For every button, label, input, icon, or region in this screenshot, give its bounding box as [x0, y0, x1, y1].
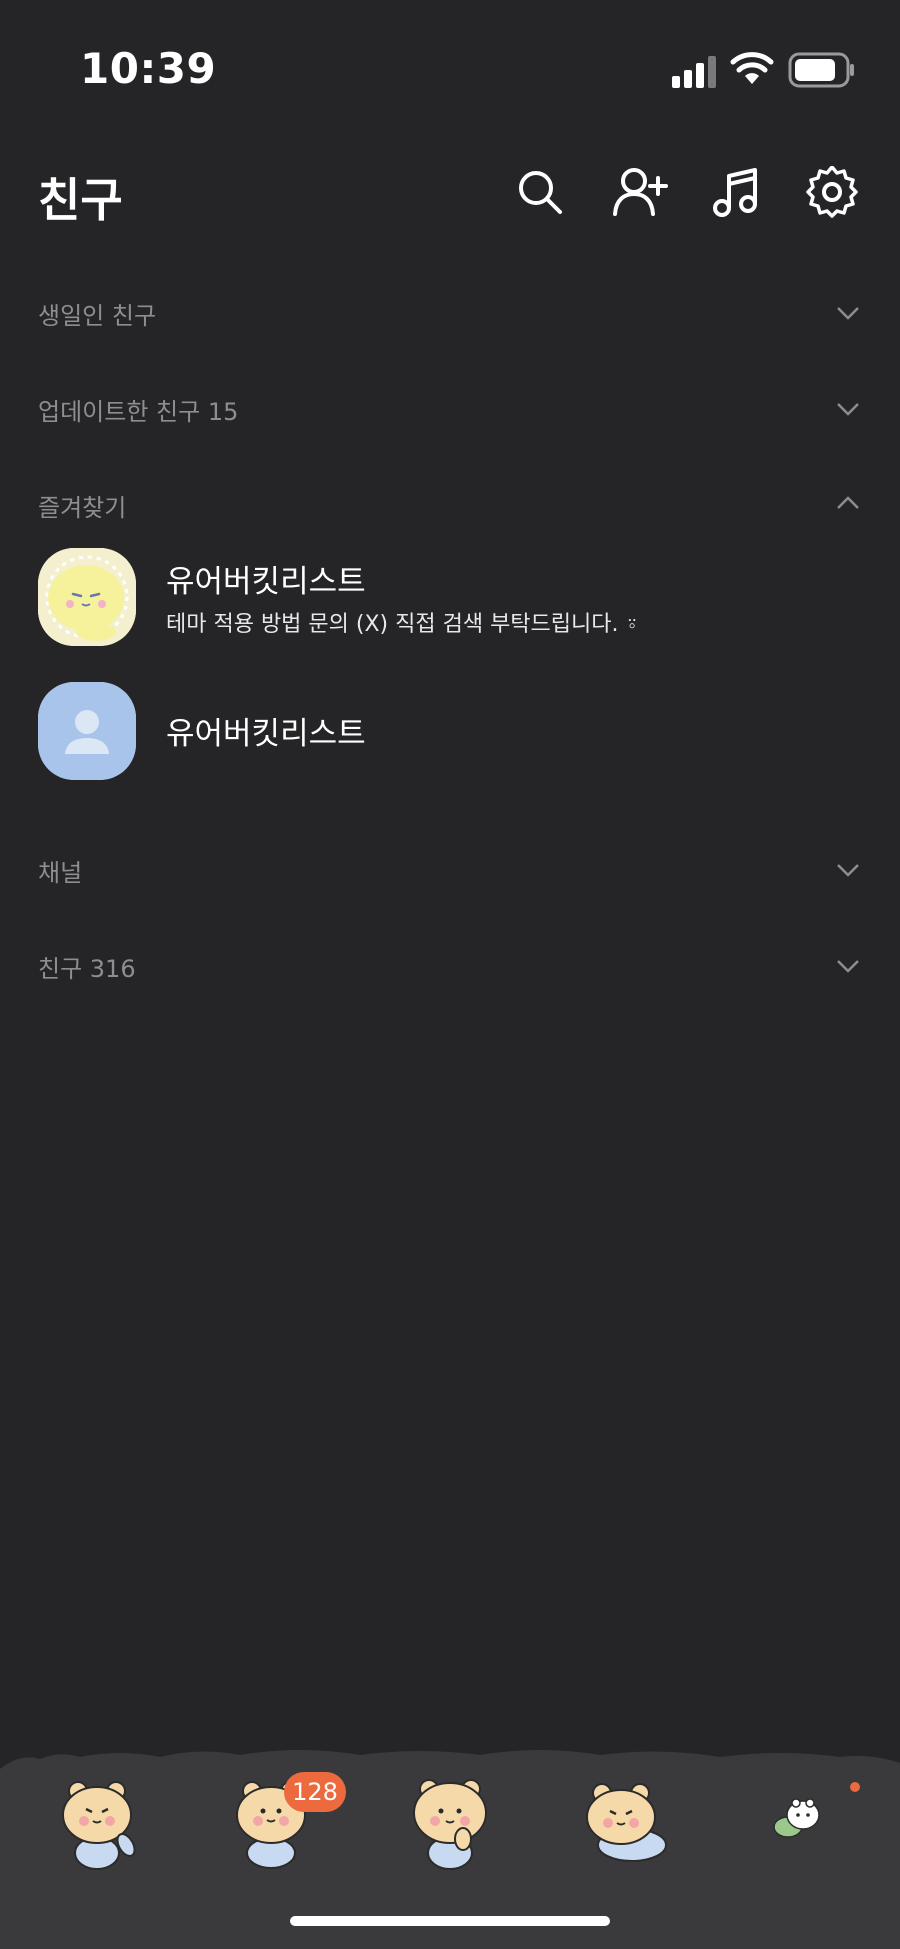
chevron-down-icon	[837, 307, 859, 320]
section-birthday-friends[interactable]: 생일인 친구	[0, 272, 900, 352]
add-friend-icon	[613, 168, 668, 216]
section-label: 즐겨찾기	[38, 494, 127, 522]
avatar	[38, 548, 136, 646]
favorite-friend-row[interactable]: 유어버킷리스트 테마 적용 방법 문의 (X) 직접 검색 부탁드립니다. ⍤	[0, 536, 900, 666]
music-note-icon	[713, 168, 757, 217]
wifi-icon	[730, 52, 774, 84]
section-label: 업데이트한 친구 15	[38, 398, 239, 426]
page-title: 친구	[38, 173, 123, 227]
section-label: 생일인 친구	[38, 302, 157, 330]
section-channel[interactable]: 채널	[0, 829, 900, 909]
small-character-icon	[773, 1798, 820, 1838]
battery-icon	[788, 52, 854, 88]
new-indicator-dot	[850, 1782, 860, 1792]
cellular-signal-icon	[672, 56, 716, 88]
music-button[interactable]	[704, 160, 768, 224]
tab-shopping[interactable]	[570, 1765, 680, 1875]
tab-friends[interactable]	[42, 1765, 152, 1875]
bear-thinking-icon	[413, 1779, 487, 1870]
tab-open-chat[interactable]	[395, 1765, 505, 1875]
chevron-down-icon	[837, 403, 859, 416]
home-indicator[interactable]	[290, 1916, 610, 1926]
unread-count-badge: 128	[284, 1772, 346, 1812]
settings-button[interactable]	[800, 160, 864, 224]
search-button[interactable]	[508, 160, 572, 224]
chevron-down-icon	[837, 960, 859, 973]
avatar	[38, 682, 136, 780]
friend-name: 유어버킷리스트	[166, 716, 366, 752]
bear-lying-icon	[586, 1783, 667, 1862]
character-profile-image	[38, 548, 136, 646]
section-friends[interactable]: 친구 316	[0, 925, 900, 1005]
chevron-down-icon	[837, 864, 859, 877]
friend-status-message: 테마 적용 방법 문의 (X) 직접 검색 부탁드립니다. ⍤	[166, 612, 639, 637]
default-profile-icon	[38, 682, 136, 780]
bear-waving-icon	[62, 1781, 136, 1870]
search-icon	[519, 171, 562, 214]
header: 친구	[0, 150, 900, 240]
friend-name: 유어버킷리스트	[166, 564, 366, 600]
section-favorites[interactable]: 즐겨찾기	[0, 464, 900, 544]
section-label: 친구 316	[38, 955, 136, 983]
section-label: 채널	[38, 859, 83, 887]
status-bar: 10:39	[0, 0, 900, 140]
chevron-up-icon	[837, 496, 859, 509]
add-friend-button[interactable]	[608, 160, 672, 224]
favorite-friend-row[interactable]: 유어버킷리스트	[0, 670, 900, 800]
gear-icon	[806, 166, 858, 218]
section-updated-friends[interactable]: 업데이트한 친구 15	[0, 368, 900, 448]
tab-more[interactable]	[748, 1765, 858, 1875]
status-time: 10:39	[80, 44, 217, 93]
